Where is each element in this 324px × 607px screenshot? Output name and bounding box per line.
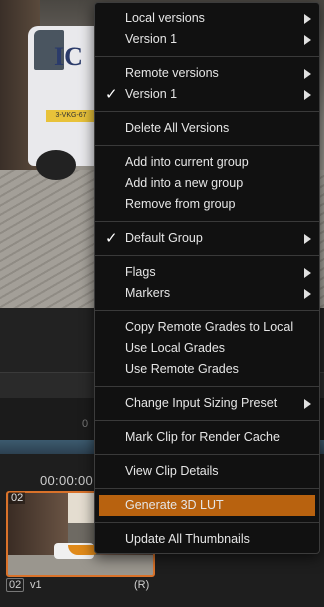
menu-separator [95,255,319,256]
submenu-arrow-icon [304,268,311,278]
menu-item-generate-3d-lut[interactable]: Generate 3D LUT [99,495,315,516]
menu-separator [95,310,319,311]
viewer-van-logo: IC [54,42,83,71]
menu-item-flags[interactable]: Flags [99,262,315,283]
menu-separator [95,522,319,523]
clip-thumbnail-badge: 02 [9,492,26,504]
checkmark-icon: ✓ [105,230,118,247]
menu-separator [95,145,319,146]
menu-item-local-version-1[interactable]: Version 1 [99,29,315,50]
submenu-arrow-icon [304,289,311,299]
menu-separator [95,221,319,222]
submenu-arrow-icon [304,69,311,79]
menu-separator [95,420,319,421]
menu-item-remote-versions[interactable]: Remote versions [99,63,315,84]
context-menu: Local versions Version 1 Remote versions… [94,2,320,554]
viewer-van-plate: 3-VKG-67 [46,110,96,122]
menu-item-copy-remote-grades[interactable]: Copy Remote Grades to Local [99,317,315,338]
menu-separator [95,386,319,387]
menu-item-use-remote-grades[interactable]: Use Remote Grades [99,359,315,380]
menu-separator [95,488,319,489]
clip-number: 02 [6,578,25,592]
menu-separator [95,56,319,57]
clip-version: v1 [30,579,42,591]
viewer-van-wheel [36,150,76,180]
clip-timecode: 00:00:00: [40,473,97,488]
menu-item-local-versions[interactable]: Local versions [99,8,315,29]
menu-item-remote-version-1[interactable]: ✓ Version 1 [99,84,315,105]
menu-item-add-into-current-group[interactable]: Add into current group [99,152,315,173]
menu-item-markers[interactable]: Markers [99,283,315,304]
menu-item-use-local-grades[interactable]: Use Local Grades [99,338,315,359]
menu-item-update-all-thumbnails[interactable]: Update All Thumbnails [99,529,315,550]
checkmark-icon: ✓ [105,86,118,103]
menu-separator [95,111,319,112]
menu-item-change-input-sizing-preset[interactable]: Change Input Sizing Preset [99,393,315,414]
ruler-tick-label: 0 [82,418,89,430]
menu-separator [95,454,319,455]
menu-item-default-group[interactable]: ✓ Default Group [99,228,315,249]
submenu-arrow-icon [304,14,311,24]
menu-item-view-clip-details[interactable]: View Clip Details [99,461,315,482]
submenu-arrow-icon [304,35,311,45]
menu-item-add-into-new-group[interactable]: Add into a new group [99,173,315,194]
menu-item-delete-all-versions[interactable]: Delete All Versions [99,118,315,139]
submenu-arrow-icon [304,399,311,409]
submenu-arrow-icon [304,90,311,100]
menu-item-remove-from-group[interactable]: Remove from group [99,194,315,215]
submenu-arrow-icon [304,234,311,244]
clip-flag: (R) [134,579,150,591]
menu-item-mark-clip-render-cache[interactable]: Mark Clip for Render Cache [99,427,315,448]
